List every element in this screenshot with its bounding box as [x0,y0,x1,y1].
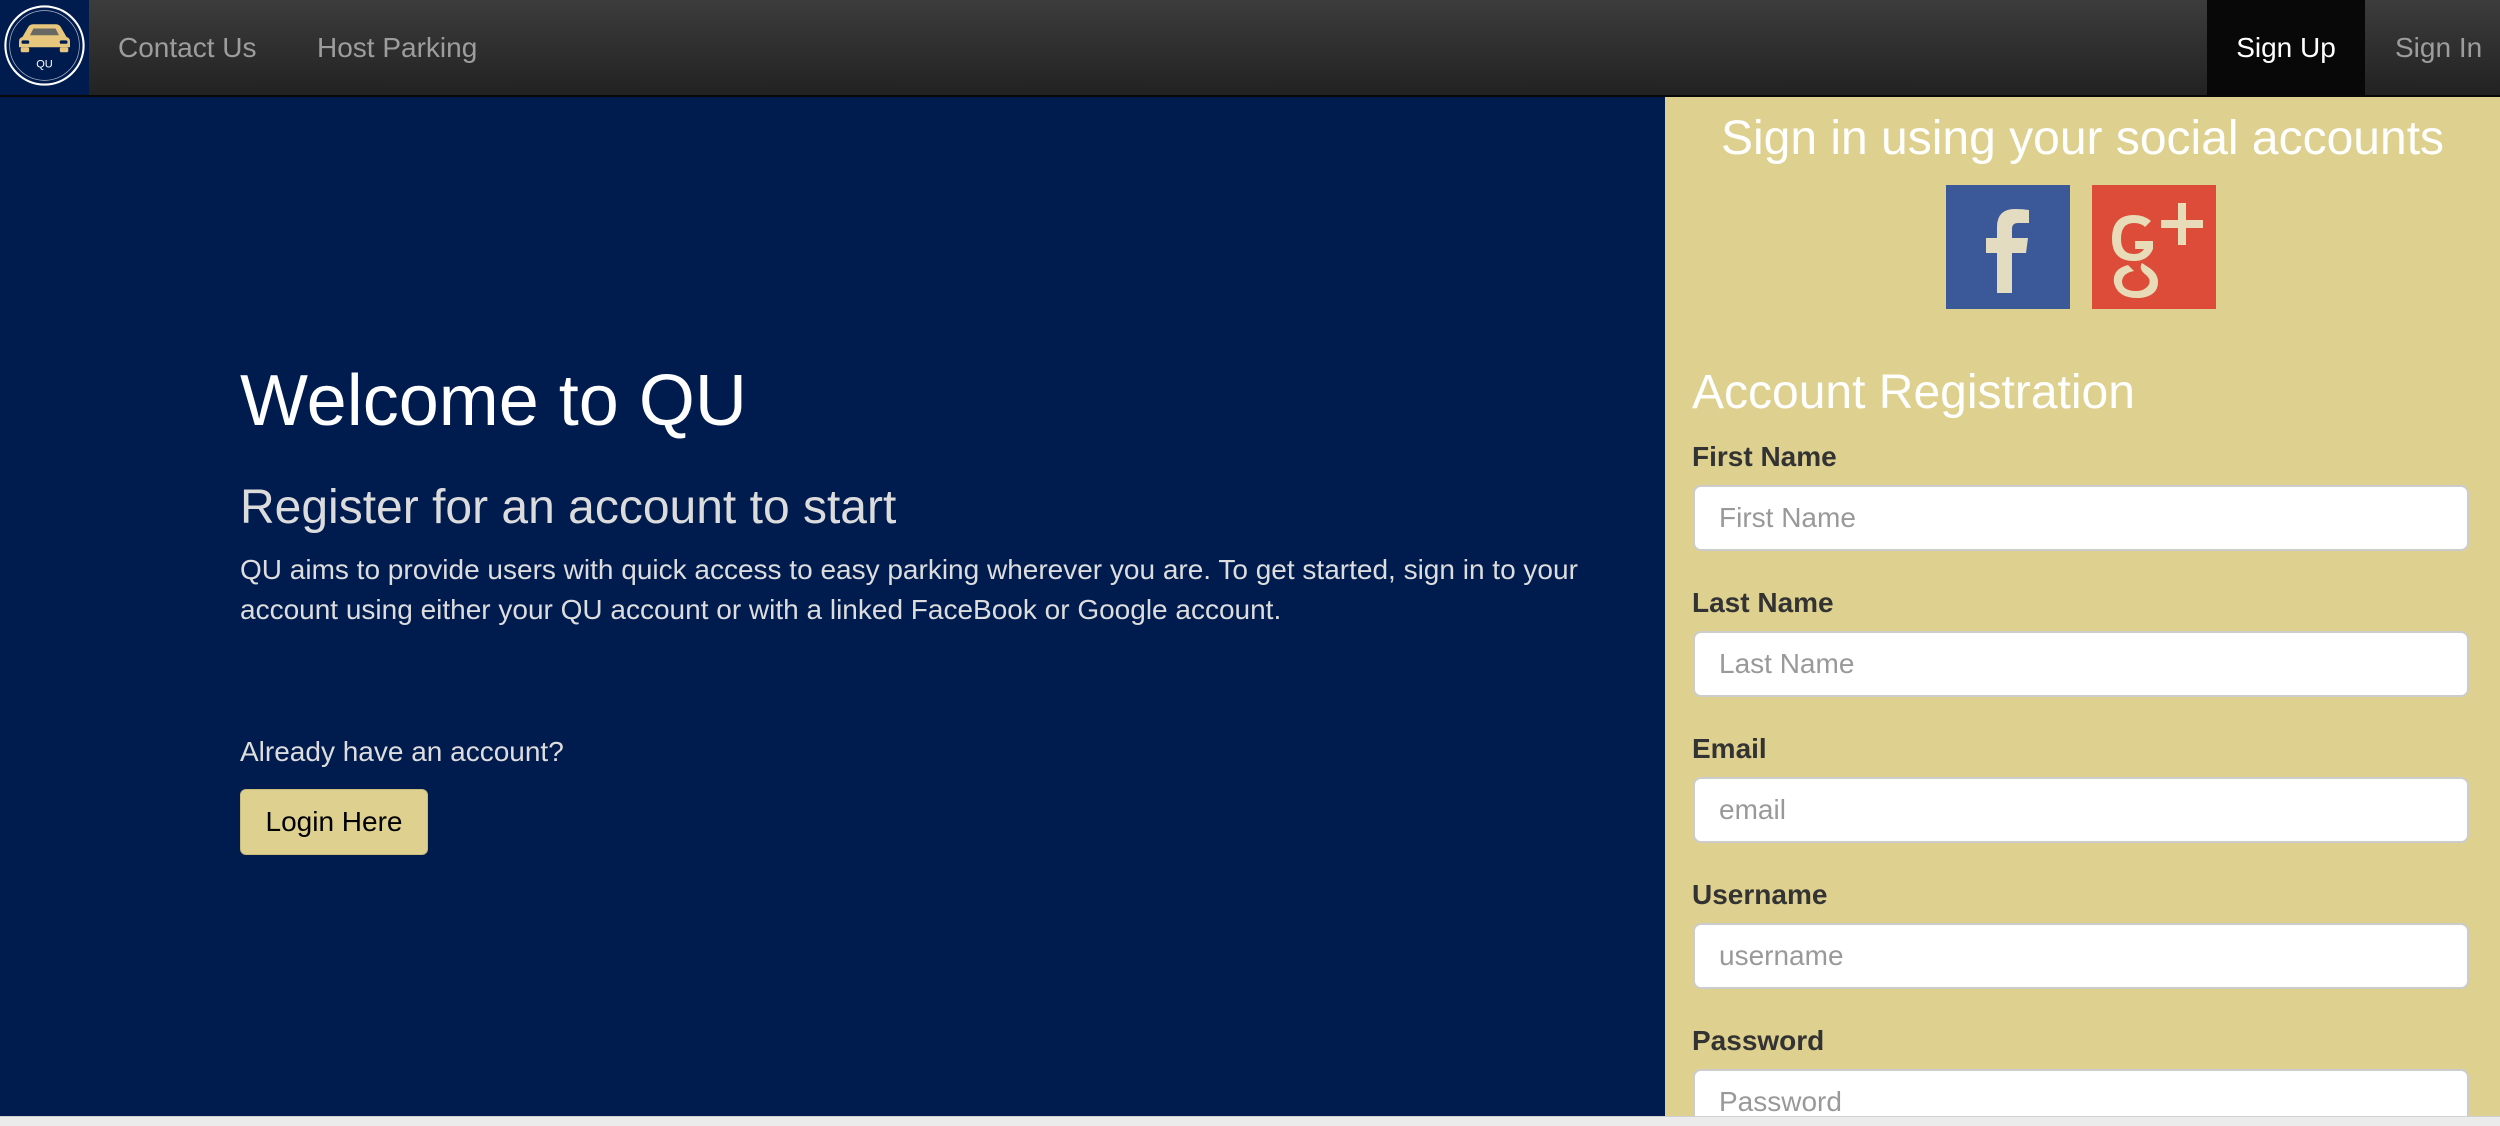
account-registration-title: Account Registration [1692,366,2135,419]
last-name-label: Last Name [1692,587,1834,618]
facebook-signin-button[interactable] [1946,185,2070,309]
brand-logo-link[interactable]: QU [0,0,89,95]
email-label: Email [1692,733,1767,764]
google-plus-icon [2092,185,2216,309]
username-input[interactable] [1693,923,2469,989]
social-signin-title: Sign in using your social accounts [1720,112,2445,165]
car-logo-icon: QU [4,5,85,86]
page-bottom-edge [0,1116,2500,1126]
welcome-hero: Welcome to QU Register for an account to… [0,97,1665,1116]
first-name-input[interactable] [1693,485,2469,551]
already-have-account-text: Already have an account? [240,736,564,767]
email-input[interactable] [1693,777,2469,843]
last-name-input[interactable] [1693,631,2469,697]
nav-contact-us[interactable]: Contact Us [118,0,257,95]
nav-sign-in[interactable]: Sign In [2395,0,2482,95]
nav-host-parking[interactable]: Host Parking [317,0,477,95]
facebook-icon [1946,185,2070,309]
hero-description: QU aims to provide users with quick acce… [240,554,1578,625]
brand-text: QU [36,59,53,71]
registration-panel: Sign in using your social accounts Accou… [1665,97,2500,1116]
top-navbar: QU Contact Us Host Parking Sign Up Sign … [0,0,2500,97]
hero-title: Welcome to QU [240,361,747,441]
login-here-button[interactable]: Login Here [240,789,428,855]
password-label: Password [1692,1025,1825,1056]
nav-sign-up[interactable]: Sign Up [2207,0,2365,95]
username-label: Username [1692,879,1828,910]
first-name-label: First Name [1692,441,1837,472]
hero-subtitle: Register for an account to start [240,481,897,534]
google-plus-signin-button[interactable] [2092,185,2216,309]
password-input[interactable] [1693,1069,2469,1116]
